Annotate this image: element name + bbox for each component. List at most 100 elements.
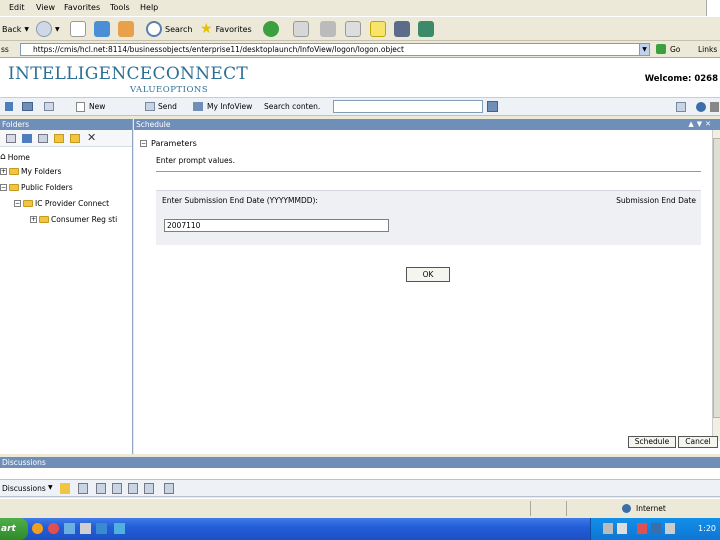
refresh-icon[interactable] — [22, 134, 32, 143]
home-icon[interactable] — [118, 21, 134, 37]
favorites-label: Favorites — [215, 24, 252, 34]
divider — [530, 501, 531, 516]
folders-toolbar: ✕ — [0, 130, 132, 147]
search-button[interactable]: Search — [146, 20, 192, 38]
menu-edit[interactable]: Edit — [9, 3, 25, 12]
prompt-row: Enter Submission End Date (YYYYMMDD): Su… — [156, 190, 701, 245]
collapse-icon[interactable]: − — [14, 200, 21, 207]
tree-label: Consumer Reg sti — [51, 215, 118, 224]
browser-icon[interactable] — [32, 523, 43, 534]
tree-item-public-folders[interactable]: − Public Folders — [0, 183, 73, 192]
schedule-button[interactable]: Schedule — [628, 436, 676, 448]
discuss-icon[interactable] — [78, 483, 88, 494]
discussions-menu[interactable]: Discussions — [2, 484, 46, 493]
list-view-icon[interactable] — [22, 102, 33, 111]
mail-icon[interactable] — [293, 21, 309, 37]
clock: 1:20 — [698, 524, 716, 533]
tree-item-my-folders[interactable]: + My Folders — [0, 167, 61, 176]
stop-icon[interactable] — [70, 21, 86, 37]
folder-open-icon[interactable] — [6, 134, 16, 143]
tree-item-ic-provider-connect[interactable]: − IC Provider Connect — [14, 199, 109, 208]
links-label[interactable]: Links — [698, 45, 717, 54]
lock-icon[interactable] — [710, 102, 719, 112]
collapse-icon[interactable]: − — [140, 140, 147, 147]
forward-button[interactable]: ▼ — [36, 20, 60, 38]
app-icon[interactable] — [80, 523, 91, 534]
cancel-button[interactable]: Cancel — [678, 436, 718, 448]
edit-icon[interactable] — [345, 21, 361, 37]
desktop-icon[interactable] — [64, 523, 75, 534]
pane-controls-icon[interactable]: ▲▼✕ — [688, 119, 714, 130]
tray-icon[interactable] — [651, 523, 661, 534]
logo-subtitle: VALUEOPTIONS — [130, 85, 209, 95]
new-folder-icon[interactable] — [54, 134, 64, 143]
app-icon[interactable] — [48, 523, 59, 534]
research-icon[interactable] — [394, 21, 410, 37]
expand-icon[interactable]: + — [0, 168, 7, 175]
print-icon[interactable] — [320, 21, 336, 37]
media-icon[interactable] — [263, 21, 279, 37]
tray-icon[interactable] — [617, 523, 627, 534]
chevron-down-icon: ▼ — [24, 25, 30, 33]
view-icon[interactable] — [5, 102, 13, 111]
go-arrow-icon[interactable] — [656, 44, 666, 54]
start-button[interactable]: art — [0, 518, 28, 540]
ok-button[interactable]: OK — [406, 267, 450, 282]
new-doc-icon — [76, 102, 85, 112]
discussions-body — [0, 468, 720, 479]
messenger-icon[interactable] — [418, 21, 434, 37]
chevron-down-icon[interactable]: ▼ — [48, 484, 53, 491]
scrollbar[interactable] — [712, 130, 720, 441]
tray-icon[interactable] — [665, 523, 675, 534]
go-button[interactable]: Go — [670, 45, 680, 54]
note-icon[interactable] — [370, 21, 386, 37]
refresh-icon[interactable] — [94, 21, 110, 37]
schedule-pane: Schedule ▲▼✕ − Parameters Enter prompt v… — [134, 119, 720, 454]
system-tray: 1:20 — [590, 518, 720, 540]
folders-header: Folders — [0, 119, 132, 130]
preferences-icon[interactable] — [676, 102, 686, 112]
search-input[interactable] — [333, 100, 483, 113]
delete-icon[interactable]: ✕ — [87, 131, 96, 144]
favorites-button[interactable]: ★ Favorites — [200, 20, 252, 38]
folder-icon — [9, 184, 19, 191]
app-icon[interactable] — [96, 523, 107, 534]
scrollbar-thumb[interactable] — [713, 138, 720, 418]
reply-icon[interactable] — [112, 483, 122, 494]
tree-item-home[interactable]: ⌂ Home — [0, 152, 30, 162]
status-bar: Internet — [0, 498, 720, 517]
my-infoview-link[interactable]: My InfoView — [207, 102, 252, 111]
collapse-all-icon[interactable] — [144, 483, 154, 494]
menu-favorites[interactable]: Favorites — [64, 3, 100, 12]
new-discussion-icon[interactable] — [60, 483, 70, 494]
menu-help[interactable]: Help — [140, 3, 158, 12]
send-button[interactable]: Send — [158, 102, 177, 111]
search-go-icon[interactable] — [487, 101, 498, 112]
parameters-section: − Parameters — [140, 139, 197, 148]
stop-discussion-icon[interactable] — [164, 483, 174, 494]
tray-icon[interactable] — [637, 523, 647, 534]
star-icon: ★ — [200, 21, 213, 37]
back-button[interactable]: Back ▼ — [2, 20, 29, 38]
new-button[interactable]: New — [89, 102, 105, 111]
parameters-title: Parameters — [151, 139, 197, 148]
expand-all-icon[interactable] — [128, 483, 138, 494]
menu-tools[interactable]: Tools — [110, 3, 130, 12]
search-content-label[interactable]: Search conten. — [264, 102, 320, 111]
address-dropdown-icon[interactable]: ▼ — [639, 43, 650, 56]
copy-icon[interactable] — [38, 134, 48, 143]
app-icon[interactable] — [114, 523, 125, 534]
menu-view[interactable]: View — [36, 3, 55, 12]
move-folder-icon[interactable] — [70, 134, 80, 143]
app-banner: INTELLIGENCECONNECT VALUEOPTIONS Welcome… — [0, 58, 720, 98]
tray-icon[interactable] — [603, 523, 613, 534]
collapse-icon[interactable]: − — [0, 184, 7, 191]
address-input[interactable]: https://cmis/hcl.net:8114/businessobject… — [20, 43, 650, 56]
details-icon[interactable] — [44, 102, 54, 111]
expand-icon[interactable]: + — [30, 216, 37, 223]
submission-end-date-input[interactable]: 2007110 — [164, 219, 389, 232]
edit-icon[interactable] — [96, 483, 106, 494]
tree-item-consumer-reg[interactable]: + Consumer Reg sti — [30, 215, 117, 224]
back-label: Back — [2, 24, 22, 34]
help-icon[interactable] — [696, 102, 706, 112]
